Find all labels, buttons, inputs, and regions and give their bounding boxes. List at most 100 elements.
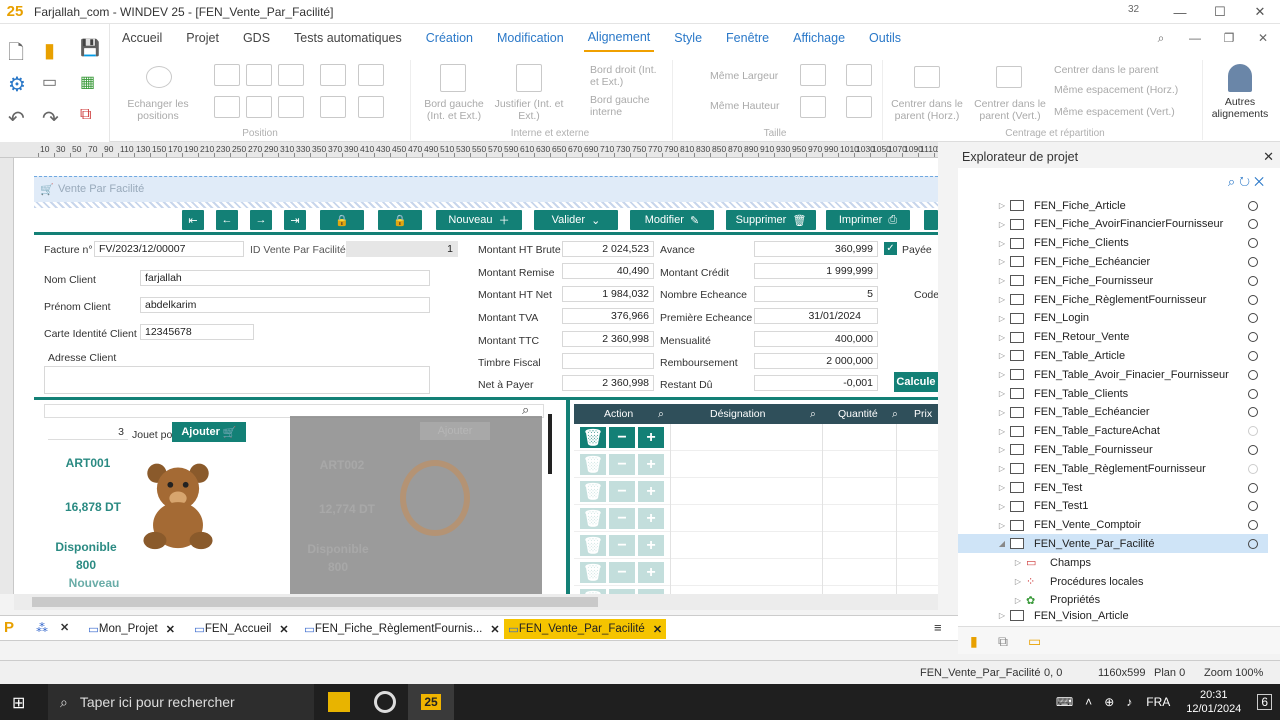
clock[interactable]: 20:31 12/01/2024 [1186,688,1241,716]
prev-record-button[interactable]: ← [216,210,238,230]
calcule-button[interactable]: Calcule [894,372,938,392]
chevron-right-icon[interactable]: ▷ [994,427,1010,436]
distribute-icon[interactable] [320,64,346,86]
doc-tab[interactable]: ▭ FEN_Accueil ✕ [190,619,293,639]
user-alignments-icon[interactable] [1228,64,1252,92]
language-indicator[interactable]: FRA [1146,695,1170,709]
ribbon-tab-affichage[interactable]: Affichage [789,25,849,51]
avance-field[interactable]: 360,999 [754,241,878,257]
tva-field[interactable]: 376,966 [562,308,654,324]
doc-tab[interactable]: ▭ Mon_Projet ✕ [84,619,179,639]
tabs-menu-icon[interactable]: ≡ [934,620,942,635]
explorer-item[interactable]: ▷ FEN_Test [958,478,1268,497]
lock2-icon[interactable]: 🔒 [378,210,422,230]
left-edge-inner-button[interactable]: Bord gauche interne [590,94,666,118]
explorer-item[interactable]: ◢ FEN_Vente_Par_Facilité [958,534,1268,554]
close-button[interactable]: ✕ [1240,0,1280,24]
prem-ech-field[interactable]: 31/01/2024 [754,308,878,324]
minus-icon[interactable]: − [609,535,635,556]
project-p-icon[interactable]: P [4,619,24,639]
chevron-up-icon[interactable]: ˄ [1085,695,1092,709]
same-height-button[interactable]: Même Hauteur [710,100,790,112]
windows-start-icon[interactable]: ⊞ [12,693,25,713]
open-folder-icon[interactable]: ▮ [44,38,55,63]
table-row[interactable]: 🗑−+ [574,586,938,594]
ribbon-close-button[interactable]: ✕ [1246,24,1280,52]
ribbon-tab-fenêtre[interactable]: Fenêtre [722,25,773,51]
restant-field[interactable]: -0,001 [754,375,878,391]
undo-icon[interactable]: ↶ [8,106,25,131]
chevron-right-icon[interactable]: ▷ [1010,558,1026,567]
product-qty-field[interactable]: 3 [48,426,128,440]
modifier-button[interactable]: Modifier ✎ [630,210,714,230]
product-scrollbar[interactable] [548,414,552,474]
chevron-right-icon[interactable]: ▷ [1010,577,1026,586]
imprimer-button[interactable]: Imprimer ⎙ [826,210,910,230]
explorer-item[interactable]: ▷ FEN_Login [958,309,1268,328]
ribbon-tab-tests-automatiques[interactable]: Tests automatiques [290,25,406,51]
prenom-field[interactable]: abdelkarim [140,297,430,313]
ribbon-tab-accueil[interactable]: Accueil [118,25,166,51]
file-explorer-icon[interactable] [328,692,350,712]
explorer-item[interactable]: ▷ FEN_Fiche_Echéancier [958,252,1268,271]
align-center-icon[interactable] [278,64,304,86]
explorer-item[interactable]: ▷ FEN_Table_FactureAchat [958,422,1268,441]
swap-positions-button[interactable]: Echanger les positions [118,98,198,122]
align-top-icon[interactable] [214,96,240,118]
more-button[interactable] [924,210,938,230]
justify-button[interactable]: Justifier (Int. et Ext.) [494,98,564,122]
maximize-button[interactable]: ☐ [1200,0,1240,24]
align-box-icon[interactable] [358,64,384,86]
chevron-right-icon[interactable]: ▷ [994,521,1010,530]
center-horz-icon[interactable] [914,66,940,88]
settings-gear-icon[interactable]: ⚙ [8,72,26,97]
center-parent-button[interactable]: Centrer dans le parent [1054,64,1204,76]
size-icon-4[interactable] [846,96,872,118]
close-icon[interactable]: ✕ [60,621,69,634]
explorer-item[interactable]: ▷ FEN_Vente_Comptoir [958,516,1268,535]
search-icon[interactable]: ⌕ [810,408,816,421]
explorer-item[interactable]: ▷ FEN_Fiche_RèglementFournisseur [958,290,1268,309]
plus-icon[interactable]: + [638,508,664,529]
valider-button[interactable]: Valider ⌄ [534,210,618,230]
col-designation[interactable]: Désignation [710,408,765,420]
explorer-tools-icons[interactable]: ⌕↻✕ [1228,174,1268,190]
next-record-button[interactable]: → [250,210,272,230]
supprimer-button[interactable]: Supprimer 🗑 [726,210,816,230]
search-icon[interactable]: ⌕ [658,408,664,421]
redo-icon[interactable]: ↷ [42,106,59,131]
mht-brute-field[interactable]: 2 024,523 [562,241,654,257]
chevron-right-icon[interactable]: ◢ [994,539,1010,548]
chevron-right-icon[interactable]: ▷ [994,276,1010,285]
same-spacing-horz-button[interactable]: Même espacement (Horz.) [1054,84,1204,96]
table-row[interactable]: 🗑−+ [574,451,938,478]
plus-icon[interactable]: + [638,454,664,475]
payee-checkbox[interactable]: ✓ [884,242,897,255]
delete-row-icon[interactable]: 🗑 [580,454,606,475]
close-icon[interactable]: ✕ [653,623,662,636]
adresse-field[interactable] [44,366,430,394]
ribbon-tab-gds[interactable]: GDS [239,25,274,51]
lock-icon[interactable]: 🔒 [320,210,364,230]
explorer-child-item[interactable]: ▷ ▭ Champs [958,553,1268,572]
explorer-tab-tree-icon[interactable]: ⧉ [998,633,1008,650]
new-file-icon[interactable]: 🗋 [8,38,24,72]
graph-icon[interactable]: ⁂ [36,621,48,635]
layers-icon[interactable]: ⧉ [80,106,91,124]
chevron-right-icon[interactable]: ▷ [994,464,1010,473]
horizontal-scrollbar[interactable] [14,594,938,610]
net-field[interactable]: 2 360,998 [562,375,654,391]
chevron-right-icon[interactable]: ▷ [994,201,1010,210]
close-icon[interactable]: ✕ [166,623,175,636]
explorer-item[interactable]: ▷ FEN_Fiche_Fournisseur [958,271,1268,290]
explorer-child-item[interactable]: ▷ ✿ Propriétés [958,591,1268,610]
align-vert-icon[interactable] [320,96,346,118]
chevron-right-icon[interactable]: ▷ [994,295,1010,304]
ribbon-tab-outils[interactable]: Outils [865,25,905,51]
table-row[interactable]: 🗑−+ [574,505,938,532]
same-spacing-vert-button[interactable]: Même espacement (Vert.) [1054,106,1204,118]
ribbon-search-icon[interactable]: ⌕ [1144,24,1178,52]
explorer-child-item[interactable]: ▷ ⁘ Procédures locales [958,572,1268,591]
size-icon-3[interactable] [800,96,826,118]
last-record-button[interactable]: ⇥ [284,210,306,230]
